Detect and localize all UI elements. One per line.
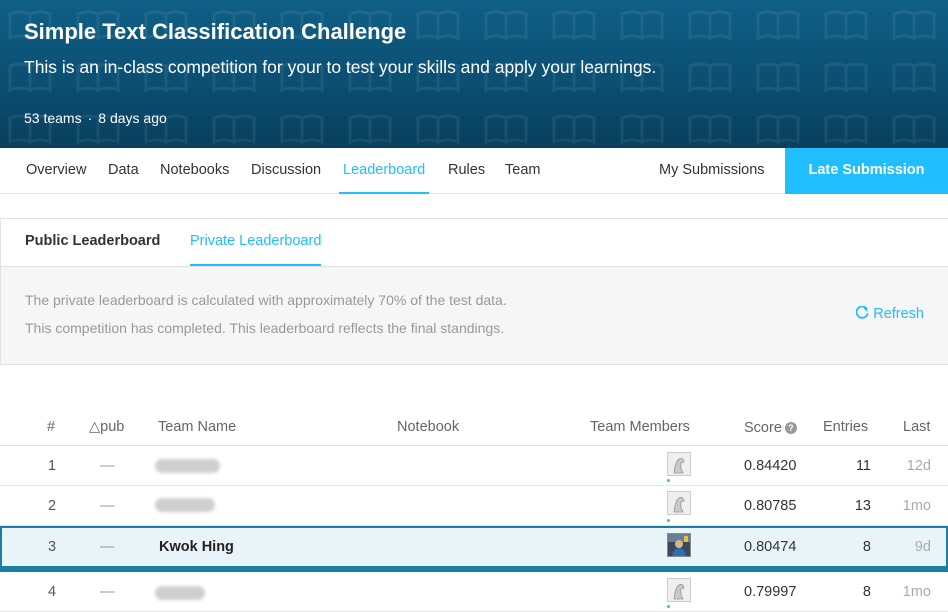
row-rank: 4	[47, 584, 57, 600]
row-score: 0.80474	[744, 539, 797, 555]
row-last: 1mo	[902, 498, 931, 514]
tab-rules[interactable]: Rules	[448, 148, 485, 194]
row-score: 0.84420	[744, 458, 797, 474]
column-last[interactable]: Last	[903, 419, 930, 435]
competition-subtitle: This is an in-class competition for your…	[24, 57, 657, 77]
column-team-name[interactable]: Team Name	[158, 419, 236, 435]
row-last: 1mo	[902, 584, 931, 600]
row-last: 12d	[906, 458, 931, 474]
avatar-icon	[668, 579, 690, 601]
tab-notebooks[interactable]: Notebooks	[160, 148, 229, 194]
tier-dot	[667, 479, 670, 482]
tab-data[interactable]: Data	[108, 148, 139, 194]
help-icon[interactable]: ?	[784, 422, 797, 434]
refresh-label: Refresh	[873, 306, 924, 322]
hidden-team-name	[155, 459, 220, 473]
competition-age: 8 days ago	[98, 110, 167, 126]
competition-title: Simple Text Classification Challenge	[24, 19, 407, 44]
leaderboard-tabs: Public Leaderboard Private Leaderboard	[1, 219, 948, 267]
tab-discussion[interactable]: Discussion	[251, 148, 321, 194]
avatar-icon	[668, 534, 690, 556]
leaderboard-table-header: # △pub Team Name Notebook Team Members S…	[0, 413, 948, 446]
competition-nav: Overview Data Notebooks Discussion Leade…	[0, 148, 948, 194]
tab-leaderboard[interactable]: Leaderboard	[339, 148, 430, 194]
tab-team[interactable]: Team	[505, 148, 540, 194]
avatar-icon	[668, 453, 690, 475]
avatar[interactable]	[667, 578, 691, 602]
avatar[interactable]	[667, 452, 691, 476]
row-entries: 8	[862, 539, 871, 555]
row-delta: —	[100, 458, 115, 474]
avatar[interactable]	[667, 533, 691, 557]
my-submissions-link[interactable]: My Submissions	[659, 148, 765, 194]
column-score-label: Score	[744, 420, 782, 436]
row-rank: 2	[47, 498, 57, 514]
tab-overview[interactable]: Overview	[26, 148, 86, 194]
row-score: 0.79997	[744, 584, 797, 600]
tier-dot	[667, 605, 670, 608]
row-rank: 1	[47, 458, 57, 474]
table-row[interactable]: 4 — 0.79997 8 1mo	[0, 572, 948, 612]
column-entries[interactable]: Entries	[823, 419, 868, 435]
avatar[interactable]	[667, 491, 691, 515]
column-score[interactable]: Score?	[744, 420, 797, 436]
row-delta: —	[100, 498, 115, 514]
tab-public-leaderboard[interactable]: Public Leaderboard	[25, 219, 160, 266]
table-row-own-team[interactable]: 3 — Kwok Hing 0.80474 8 9d	[0, 526, 948, 572]
row-score: 0.80785	[744, 498, 797, 514]
avatar-icon	[668, 492, 690, 514]
competition-header: Simple Text Classification Challenge Thi…	[0, 0, 948, 148]
tab-private-leaderboard[interactable]: Private Leaderboard	[190, 219, 322, 266]
row-delta: —	[100, 584, 115, 600]
refresh-button[interactable]: Refresh	[856, 306, 924, 322]
teams-count: 53 teams	[24, 110, 82, 126]
row-entries: 8	[862, 584, 871, 600]
meta-separator: ·	[87, 110, 93, 126]
column-team-members[interactable]: Team Members	[590, 419, 690, 435]
row-rank: 3	[47, 539, 57, 555]
column-delta-public[interactable]: △pub	[89, 419, 124, 435]
tier-dot	[667, 519, 670, 522]
column-rank[interactable]: #	[47, 419, 55, 435]
private-leaderboard-info: The private leaderboard is calculated wi…	[25, 292, 507, 308]
hidden-team-name	[155, 498, 215, 512]
row-last: 9d	[914, 539, 931, 555]
refresh-icon	[856, 306, 869, 319]
competition-completed-info: This competition has completed. This lea…	[25, 320, 505, 336]
leaderboard-panel: Public Leaderboard Private Leaderboard T…	[0, 218, 948, 365]
hidden-team-name	[155, 586, 205, 600]
column-notebook[interactable]: Notebook	[397, 419, 459, 435]
row-team-name[interactable]: Kwok Hing	[159, 539, 234, 555]
row-delta: —	[100, 539, 115, 555]
competition-meta: 53 teams · 8 days ago	[24, 110, 167, 126]
row-entries: 13	[854, 498, 871, 514]
row-entries: 11	[855, 458, 871, 474]
table-row[interactable]: 2 — 0.80785 13 1mo	[0, 486, 948, 526]
table-row[interactable]: 1 — 0.84420 11 12d	[0, 446, 948, 486]
late-submission-button[interactable]: Late Submission	[785, 148, 948, 194]
